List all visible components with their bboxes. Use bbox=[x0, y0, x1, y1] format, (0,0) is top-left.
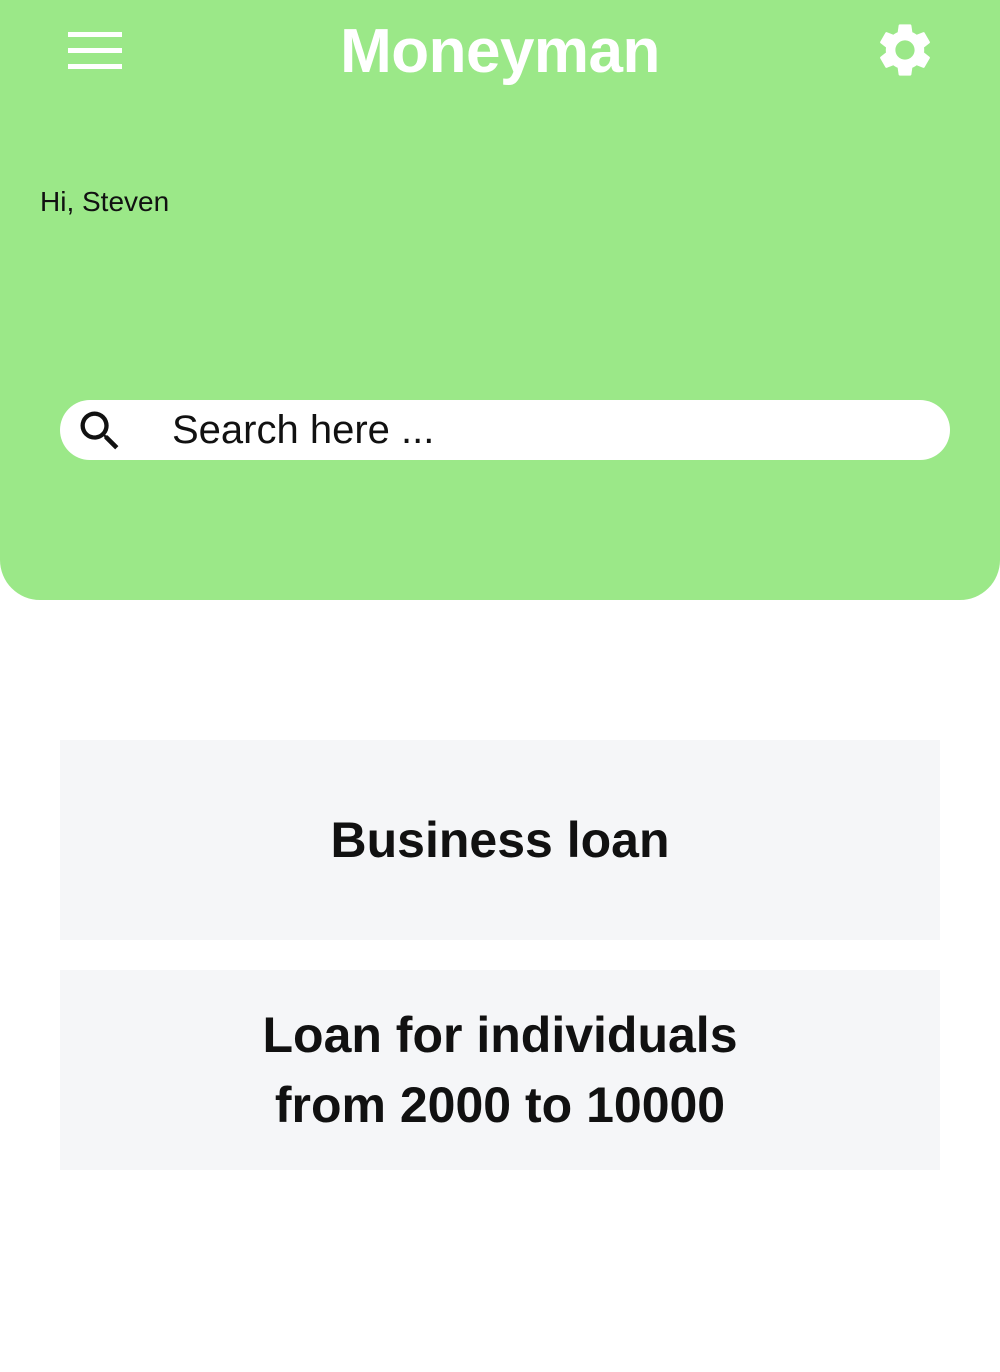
gear-icon bbox=[873, 18, 937, 82]
individual-loan-title: Loan for individuals bbox=[262, 1007, 738, 1063]
business-loan-title: Business loan bbox=[330, 812, 670, 868]
app-title: Moneyman bbox=[340, 17, 660, 86]
individual-loan-label: Loan for individuals from 2000 to 10000 bbox=[262, 1000, 737, 1140]
business-loan-label: Business loan bbox=[331, 805, 670, 875]
app-screen: Moneyman Hi, Steven Business loan Loan f… bbox=[0, 0, 1000, 1372]
individual-loan-range: from 2000 to 10000 bbox=[274, 1077, 726, 1133]
individual-loan-card[interactable]: Loan for individuals from 2000 to 10000 bbox=[60, 970, 940, 1170]
header-panel: Moneyman Hi, Steven bbox=[0, 0, 1000, 600]
settings-button[interactable] bbox=[873, 18, 937, 82]
hamburger-menu-icon bbox=[62, 22, 128, 78]
search-input[interactable] bbox=[172, 402, 912, 458]
search-icon[interactable] bbox=[74, 405, 126, 457]
menu-button[interactable] bbox=[62, 22, 128, 78]
business-loan-card[interactable]: Business loan bbox=[60, 740, 940, 940]
greeting-text: Hi, Steven bbox=[40, 186, 170, 217]
